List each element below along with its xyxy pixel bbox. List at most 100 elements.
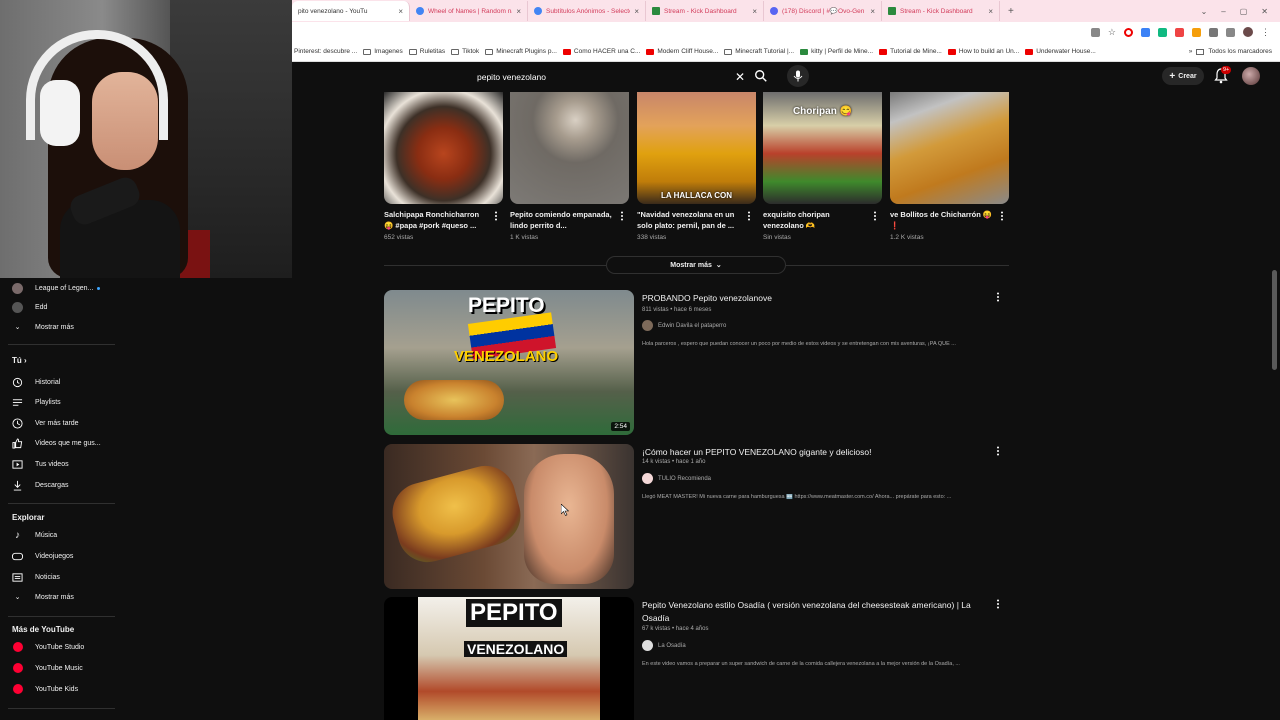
short-card[interactable]: ve Bollitos de Chicharrón 😝❗ 1.2 K vista… <box>890 92 1009 241</box>
channel-name[interactable]: La Osadía <box>658 643 686 649</box>
account-avatar[interactable] <box>1242 67 1260 85</box>
close-icon[interactable]: ✕ <box>1261 7 1268 16</box>
video-channel[interactable]: Edwin Davila el pataperro <box>642 320 726 331</box>
chevron-down-icon[interactable]: ⌄ <box>1201 7 1208 16</box>
sidebar-item-music[interactable]: ♪ Música <box>0 525 120 545</box>
search-icon[interactable] <box>754 69 768 83</box>
short-card[interactable]: Pepito comiendo empanada, lindo perrito … <box>510 92 629 241</box>
search-bar[interactable]: pepito venezolano ✕ <box>477 67 747 87</box>
clear-search-icon[interactable]: ✕ <box>733 70 747 84</box>
show-more-button[interactable]: Mostrar más ⌄ <box>606 256 786 274</box>
sidebar-item-downloads[interactable]: Descargas <box>0 475 120 495</box>
short-title[interactable]: ve Bollitos de Chicharrón 😝❗ <box>890 209 995 231</box>
extension-icon[interactable] <box>1175 27 1184 37</box>
sidebar-toggle-icon[interactable] <box>1226 27 1235 37</box>
extension-icon[interactable] <box>1158 27 1167 37</box>
sidebar-item-playlists[interactable]: Playlists <box>0 392 120 412</box>
bookmark-folder[interactable]: Imagenes <box>363 48 403 55</box>
bookmark-folder[interactable]: Ruletitas <box>408 48 445 55</box>
more-options-icon[interactable] <box>873 211 877 221</box>
search-input[interactable]: pepito venezolano <box>477 72 733 82</box>
short-thumbnail[interactable] <box>510 92 629 204</box>
close-icon[interactable]: × <box>988 7 993 16</box>
sidebar-item-history[interactable]: Historial <box>0 372 120 392</box>
more-options-icon[interactable] <box>1000 211 1004 221</box>
install-icon[interactable] <box>1090 27 1100 37</box>
browser-tab[interactable]: (178) Discord | #💬Ovo-Gen × <box>764 1 882 21</box>
channel-name[interactable]: TULIO Recomienda <box>658 476 711 482</box>
more-options-icon[interactable] <box>494 211 498 221</box>
channel-avatar[interactable] <box>642 640 653 651</box>
short-thumbnail[interactable]: Choripan 😋 <box>763 92 882 204</box>
bookmark-folder[interactable]: Tiktok <box>451 48 479 55</box>
video-thumbnail[interactable]: PEPITO VENEZOLANO <box>384 597 634 720</box>
bookmark[interactable]: Underwater House... <box>1025 48 1096 55</box>
video-title[interactable]: PROBANDO Pepito venezolanove <box>642 292 987 305</box>
short-title[interactable]: exquisito choripan venezolano 🫶 <box>763 209 868 231</box>
browser-tab[interactable]: Stream - Kick Dashboard × <box>882 1 1000 21</box>
short-thumbnail[interactable] <box>890 92 1009 204</box>
video-title[interactable]: ¡Cómo hacer un PEPITO VENEZOLANO gigante… <box>642 446 987 459</box>
sidebar-item-watch-later[interactable]: Ver más tarde <box>0 413 120 433</box>
sidebar-item-show-more[interactable]: ⌄ Mostrar más <box>0 587 120 607</box>
close-icon[interactable]: × <box>752 7 757 16</box>
menu-icon[interactable]: ⋮ <box>1261 27 1270 38</box>
bookmark[interactable]: How to build an Un... <box>947 48 1019 55</box>
video-channel[interactable]: TULIO Recomienda <box>642 473 711 484</box>
close-icon[interactable]: × <box>634 7 639 16</box>
browser-tab[interactable]: Wheel of Names | Random nam × <box>410 1 528 21</box>
bookmark[interactable]: kitty | Perfil de Mine... <box>800 48 873 55</box>
video-result[interactable]: PEPITO VENEZOLANO 2:54 PROBANDO Pepito v… <box>384 290 1009 435</box>
channel-avatar[interactable] <box>642 320 653 331</box>
sidebar-item-your-videos[interactable]: Tus videos <box>0 454 120 474</box>
profile-avatar[interactable] <box>1243 27 1253 37</box>
short-card[interactable]: Choripan 😋 exquisito choripan venezolano… <box>763 92 882 241</box>
sidebar-item-youtube-studio[interactable]: YouTube Studio <box>0 637 120 657</box>
video-title[interactable]: Pepito Venezolano estilo Osadía ( versió… <box>642 599 987 625</box>
all-bookmarks[interactable]: » Todos los marcadores <box>1189 48 1280 55</box>
channel-name[interactable]: Edwin Davila el pataperro <box>658 323 726 329</box>
sidebar-item-liked-videos[interactable]: Videos que me gus... <box>0 433 120 453</box>
browser-tab[interactable]: Subtítulos Anónimos - Selector Perso × <box>528 1 646 21</box>
short-title[interactable]: "Navidad venezolana en un solo plato: pe… <box>637 209 742 231</box>
extension-icon[interactable] <box>1141 27 1150 37</box>
short-thumbnail[interactable]: LA HALLACA CON <box>637 92 756 204</box>
voice-search-button[interactable] <box>787 65 809 87</box>
video-thumbnail[interactable]: PEPITO VENEZOLANO 2:54 <box>384 290 634 435</box>
star-icon[interactable]: ☆ <box>1108 27 1116 38</box>
short-title[interactable]: Pepito comiendo empanada, lindo perrito … <box>510 209 615 231</box>
short-card[interactable]: Salchipapa Ronchicharron 😝 #papa #pork #… <box>384 92 503 241</box>
video-result[interactable]: PEPITO VENEZOLANO Pepito Venezolano esti… <box>384 597 1009 720</box>
browser-tab[interactable]: Stream - Kick Dashboard × <box>646 1 764 21</box>
browser-tab[interactable]: pito venezolano - YouTu × <box>292 1 410 21</box>
bookmark-folder[interactable]: Minecraft Tutorial |... <box>724 48 794 55</box>
bookmark[interactable]: Pinterest: descubre ... <box>294 48 357 55</box>
sidebar-item-youtube-kids[interactable]: YouTube Kids <box>0 679 120 699</box>
create-button[interactable]: + Crear <box>1162 67 1204 85</box>
more-options-icon[interactable] <box>996 292 1000 302</box>
bookmark[interactable]: Modern Cliff House... <box>646 48 718 55</box>
opera-extension-icon[interactable] <box>1124 27 1133 37</box>
extension-icon[interactable] <box>1192 27 1201 37</box>
short-thumbnail[interactable] <box>384 92 503 204</box>
video-result[interactable]: ¡Cómo hacer un PEPITO VENEZOLANO gigante… <box>384 444 1009 589</box>
bookmark-folder[interactable]: Minecraft Plugins p... <box>485 48 557 55</box>
channel-avatar[interactable] <box>642 473 653 484</box>
video-channel[interactable]: La Osadía <box>642 640 686 651</box>
sidebar-section-you[interactable]: Tú › <box>12 356 27 365</box>
minimize-icon[interactable]: – <box>1221 7 1225 16</box>
page-scrollbar[interactable] <box>1272 270 1277 370</box>
puzzle-icon[interactable] <box>1209 27 1218 37</box>
close-icon[interactable]: × <box>398 7 403 16</box>
video-thumbnail[interactable] <box>384 444 634 589</box>
more-options-icon[interactable] <box>747 211 751 221</box>
close-icon[interactable]: × <box>870 7 875 16</box>
bookmark[interactable]: Como HACER una C... <box>562 48 640 55</box>
sidebar-item-show-more[interactable]: ⌄ Mostrar más <box>0 317 120 337</box>
sidebar-item-gaming[interactable]: Videojuegos <box>0 546 120 566</box>
short-title[interactable]: Salchipapa Ronchicharron 😝 #papa #pork #… <box>384 209 489 231</box>
close-icon[interactable]: × <box>516 7 521 16</box>
more-options-icon[interactable] <box>620 211 624 221</box>
more-options-icon[interactable] <box>996 446 1000 456</box>
bookmark[interactable]: Tutorial de Mine... <box>879 48 942 55</box>
